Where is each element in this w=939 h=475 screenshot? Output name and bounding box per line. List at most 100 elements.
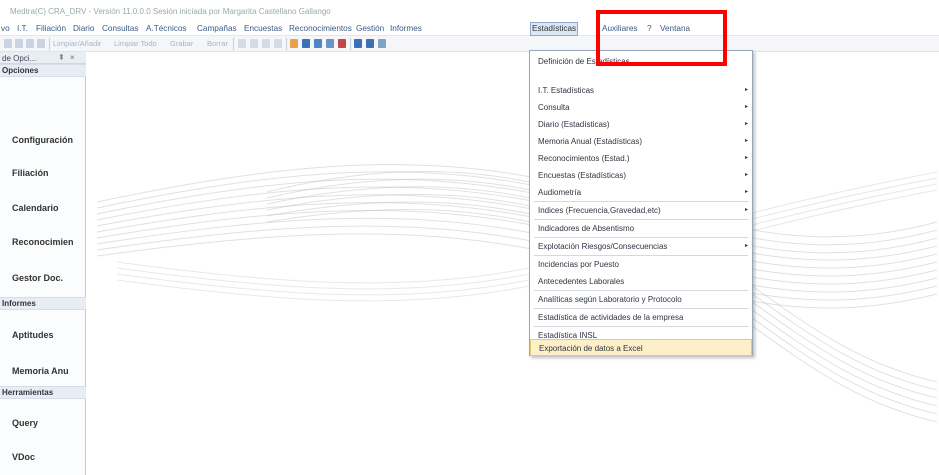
workspace-background	[87, 52, 939, 475]
section-herramientas[interactable]: Herramientas	[0, 386, 86, 399]
menu-item-analiticas-laboratorio[interactable]: Analíticas según Laboratorio y Protocolo	[530, 291, 752, 308]
menu-item-label: Memoria Anual (Estadísticas)	[538, 137, 643, 146]
sidebar-item-aptitudes[interactable]: Aptitudes	[12, 330, 54, 340]
limpiar-anadir-button[interactable]: Limpiar/Añadir	[53, 39, 101, 49]
menu-campanas[interactable]: Campañas	[197, 23, 237, 35]
menu-item-label: Explotación Riesgos/Consecuencias	[538, 242, 668, 251]
grid-icon[interactable]	[326, 39, 334, 48]
menu-item-incidencias-puesto[interactable]: Incidencias por Puesto	[530, 256, 752, 273]
menu-item-encuestas-estadisticas[interactable]: Encuestas (Estadísticas) ▸	[530, 167, 752, 184]
menu-item-it-estadisticas[interactable]: I.T. Estadísticas ▸	[530, 82, 752, 99]
toolbar-separator	[286, 38, 287, 50]
sidebar-item-calendario[interactable]: Calendario	[12, 203, 59, 213]
paste-icon[interactable]	[262, 39, 270, 48]
options-panel: de Opci... ⇞ × Opciones Configuración Fi…	[0, 52, 86, 475]
menu-encuestas[interactable]: Encuestas	[244, 23, 282, 35]
sidebar-item-vdoc[interactable]: VDoc	[12, 452, 35, 462]
sidebar-item-filiacion[interactable]: Filiación	[12, 168, 49, 178]
submenu-arrow-icon: ▸	[745, 155, 749, 161]
menu-item-label: Reconocimientos (Estad.)	[538, 154, 630, 163]
menu-item-estadistica-actividades[interactable]: Estadística de actividades de la empresa	[530, 309, 752, 326]
toolbar-separator	[350, 38, 351, 50]
refresh-icon[interactable]	[354, 39, 362, 48]
nav-prev-icon[interactable]	[15, 39, 23, 48]
submenu-arrow-icon: ▸	[745, 104, 749, 110]
pin-icon[interactable]: ⇞	[58, 53, 65, 62]
menu-item-audiometria[interactable]: Audiometría ▸	[530, 184, 752, 201]
section-opciones[interactable]: Opciones	[0, 64, 86, 77]
nav-last-icon[interactable]	[37, 39, 45, 48]
menu-item-reconocimientos-estad[interactable]: Reconocimientos (Estad.) ▸	[530, 150, 752, 167]
menu-item-indices[interactable]: Indices (Frecuencia,Gravedad,etc) ▸	[530, 202, 752, 219]
annotation-highlight-box	[596, 10, 727, 66]
menu-item-label: I.T. Estadísticas	[538, 86, 595, 95]
cut-icon[interactable]	[238, 39, 246, 48]
nav-next-icon[interactable]	[26, 39, 34, 48]
menu-item-label: Analíticas según Laboratorio y Protocolo	[538, 295, 682, 304]
estadisticas-dropdown-menu: Definición de Estadísticas I.T. Estadíst…	[529, 50, 753, 356]
limpiar-todo-button[interactable]: Limpiar Todo	[114, 39, 157, 49]
sidebar-item-reconocimientos[interactable]: Reconocimien	[12, 237, 74, 247]
submenu-arrow-icon: ▸	[745, 138, 749, 144]
title-bar: Medtra(C) CRA_DRV - Versión 11.0.0.0 Ses…	[0, 0, 939, 22]
menu-bar: vo I.T. Filiación Diario Consultas A.Téc…	[0, 22, 939, 36]
menu-item-label: Antecedentes Laborales	[538, 277, 625, 286]
help-icon[interactable]	[378, 39, 386, 48]
submenu-arrow-icon: ▸	[745, 172, 749, 178]
menu-item-label: Incidencias por Puesto	[538, 260, 619, 269]
menu-filiacion[interactable]: Filiación	[36, 23, 66, 35]
menu-item-label: Estadística de actividades de la empresa	[538, 313, 684, 322]
menu-it[interactable]: I.T.	[17, 23, 28, 35]
menu-item-label: Diario (Estadísticas)	[538, 120, 610, 129]
copy-icon[interactable]	[250, 39, 258, 48]
submenu-arrow-icon: ▸	[745, 207, 749, 213]
calendar-icon[interactable]	[314, 39, 322, 48]
section-informes[interactable]: Informes	[0, 297, 86, 310]
submenu-arrow-icon: ▸	[745, 243, 749, 249]
menu-item-indicadores-absentismo[interactable]: Indicadores de Absentismo	[530, 220, 752, 237]
menu-item-label: Audiometría	[538, 188, 582, 197]
menu-item-consulta[interactable]: Consulta ▸	[530, 99, 752, 116]
sidebar-item-query[interactable]: Query	[12, 418, 38, 428]
sidebar-item-gestor-doc[interactable]: Gestor Doc.	[12, 273, 63, 283]
nav-first-icon[interactable]	[4, 39, 12, 48]
sidebar-item-memoria-anual[interactable]: Memoria Anu	[12, 366, 69, 376]
menu-item-label: Indices (Frecuencia,Gravedad,etc)	[538, 206, 661, 215]
menu-item-label: Exportación de datos a Excel	[539, 344, 643, 353]
options-panel-title: de Opci...	[2, 54, 37, 63]
back-icon[interactable]	[366, 39, 374, 48]
sidebar-item-configuracion[interactable]: Configuración	[12, 135, 73, 145]
submenu-arrow-icon: ▸	[745, 87, 749, 93]
menu-archivo[interactable]: vo	[1, 23, 10, 35]
menu-diario[interactable]: Diario	[73, 23, 94, 35]
menu-atecnicos[interactable]: A.Técnicos	[146, 23, 187, 35]
menu-item-exportacion-excel[interactable]: Exportación de datos a Excel	[530, 339, 752, 356]
book-icon[interactable]	[302, 39, 310, 48]
toolbar-separator	[233, 38, 234, 50]
menu-gestion[interactable]: Gestión	[356, 23, 384, 35]
submenu-arrow-icon: ▸	[745, 189, 749, 195]
toolbar: Limpiar/Añadir Limpiar Todo Grabar Borra…	[0, 36, 939, 52]
menu-item-diario-estadisticas[interactable]: Diario (Estadísticas) ▸	[530, 116, 752, 133]
lightbulb-icon[interactable]	[290, 39, 298, 48]
menu-item-label: Indicadores de Absentismo	[538, 224, 635, 233]
menu-consultas[interactable]: Consultas	[102, 23, 138, 35]
menu-item-label: Encuestas (Estadísticas)	[538, 171, 627, 180]
submenu-arrow-icon: ▸	[745, 121, 749, 127]
background-swoosh	[96, 164, 938, 423]
toolbar-separator	[49, 38, 50, 50]
font-icon[interactable]	[338, 39, 346, 48]
close-icon[interactable]: ×	[70, 53, 75, 62]
window-title: Medtra(C) CRA_DRV - Versión 11.0.0.0 Ses…	[10, 7, 331, 16]
menu-item-explotacion-riesgos[interactable]: Explotación Riesgos/Consecuencias ▸	[530, 238, 752, 255]
menu-reconocimientos[interactable]: Reconocimientos	[289, 23, 352, 35]
borrar-button[interactable]: Borrar	[207, 39, 228, 49]
menu-item-antecedentes-laborales[interactable]: Antecedentes Laborales	[530, 273, 752, 290]
delete-icon[interactable]	[274, 39, 282, 48]
menu-informes[interactable]: Informes	[390, 23, 422, 35]
menu-estadisticas[interactable]: Estadísticas	[530, 22, 579, 36]
options-panel-header: de Opci... ⇞ ×	[0, 52, 86, 64]
grabar-button[interactable]: Grabar	[170, 39, 193, 49]
menu-item-label: Consulta	[538, 103, 570, 112]
menu-item-memoria-anual[interactable]: Memoria Anual (Estadísticas) ▸	[530, 133, 752, 150]
